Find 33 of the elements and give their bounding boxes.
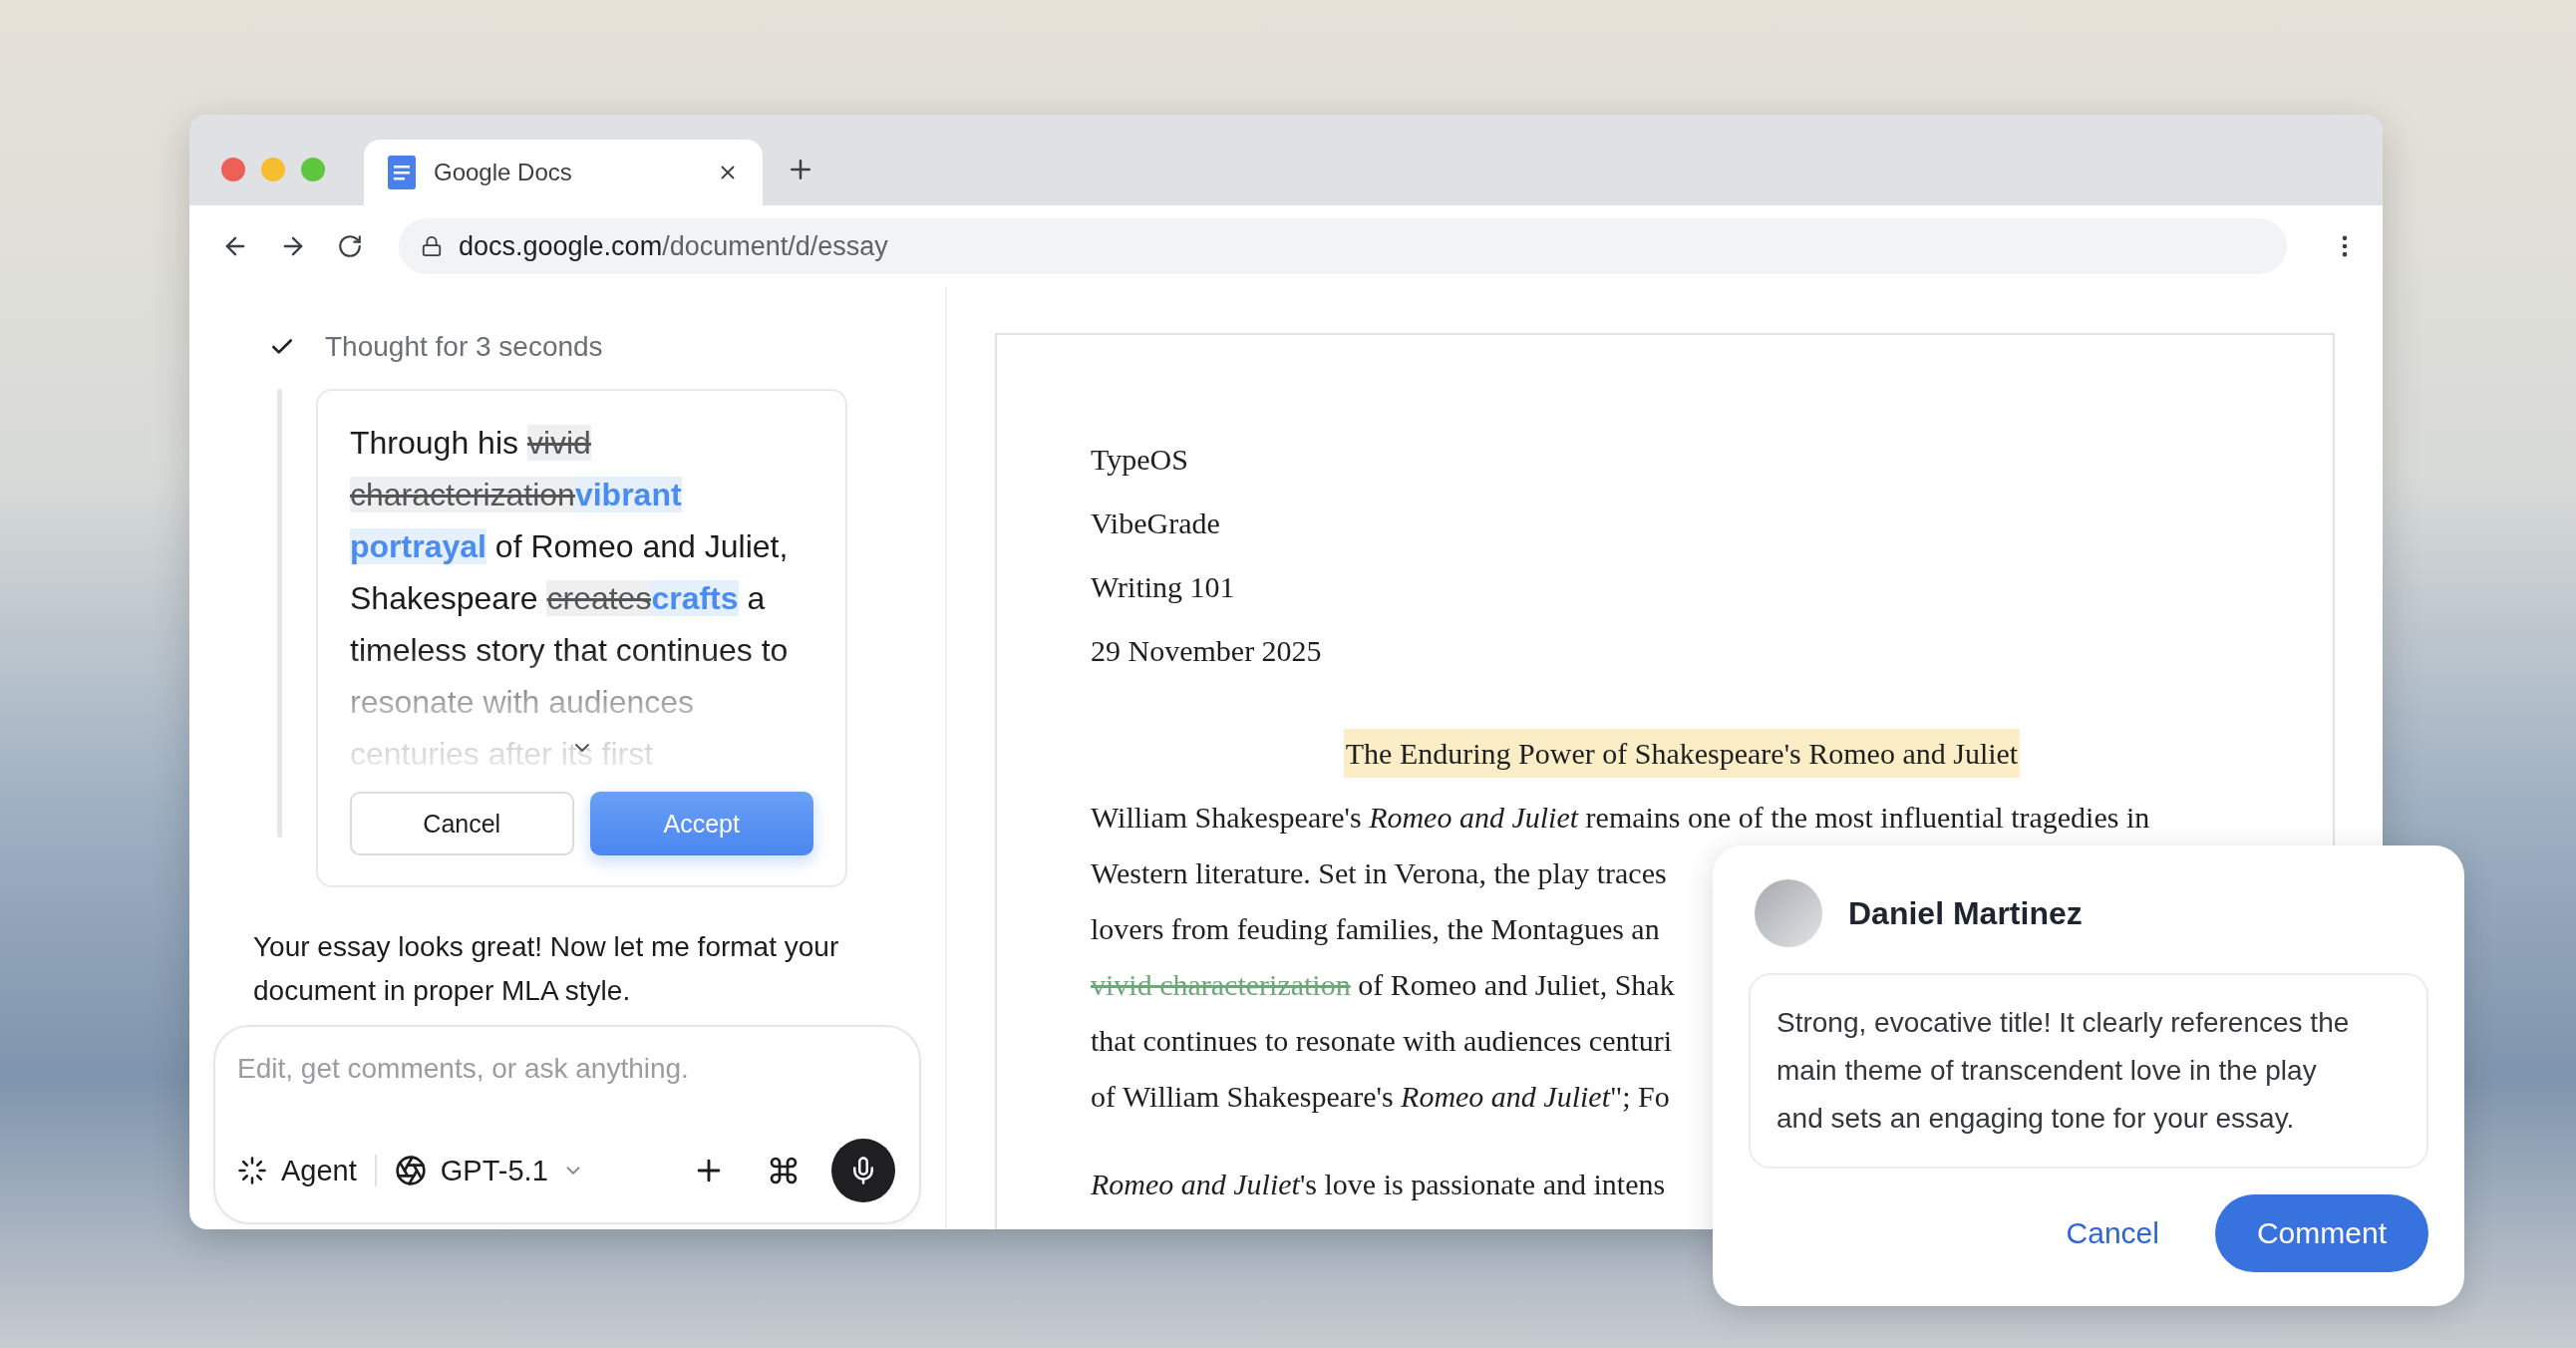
address-bar[interactable]: docs.google.com/document/d/essay xyxy=(399,218,2287,274)
model-selector[interactable]: GPT-5.1 xyxy=(394,1154,584,1187)
close-window-icon[interactable] xyxy=(221,158,245,181)
body-text-line: of William Shakespeare's Romeo and Juliet"; Fo xyxy=(1091,1079,1670,1115)
agent-mode-button[interactable]: Agent xyxy=(237,1154,357,1187)
header-line: VibeGrade xyxy=(1091,506,1221,541)
lock-icon xyxy=(421,235,443,257)
tab-title: Google Docs xyxy=(434,159,573,186)
thought-status[interactable]: Thought for 3 seconds xyxy=(325,331,603,363)
body-text-line: that continues to resonate with audiences centuri xyxy=(1091,1023,1673,1059)
document-icon xyxy=(388,156,416,189)
comment-field[interactable]: Strong, evocative title! It clearly references the main theme of transcendent love in the play and sets an engaging tone for your essay. xyxy=(1749,973,2428,1169)
author-name: Daniel Martinez xyxy=(1848,894,2083,932)
cancel-button[interactable]: Cancel xyxy=(2066,1216,2159,1250)
body-text-line: vivid characterization of Romeo and Juliet, Shak xyxy=(1091,967,1675,1003)
body-text-line: Romeo and Juliet's love is passionate and intens xyxy=(1091,1167,1666,1202)
body-text-line: William Shakespeare's Romeo and Juliet remains one of the most influential tragedies in xyxy=(1091,800,2150,836)
body-text-line: Western literature. Set in Verona, the play traces xyxy=(1091,855,1667,891)
header-line: TypeOS xyxy=(1091,442,1189,478)
assistant-message: Your essay looks great! Now let me format your document in proper MLA style. xyxy=(253,930,840,1008)
url-text: docs.google.com/document/d/essay xyxy=(459,230,888,262)
essay-title: The Enduring Power of Shakespeare's Romeo and Juliet xyxy=(1343,729,2021,778)
header-line: 29 November 2025 xyxy=(1091,633,1323,669)
aperture-icon xyxy=(394,1155,427,1186)
sparkle-icon xyxy=(237,1156,267,1185)
message-input[interactable]: Edit, get comments, or ask anything. xyxy=(237,1049,895,1089)
cancel-button[interactable]: Cancel xyxy=(350,792,574,855)
body-text-line: lovers from feuding families, the Montagues an xyxy=(1091,911,1660,947)
comment-button[interactable]: Comment xyxy=(2214,1194,2428,1272)
command-icon[interactable] xyxy=(768,1155,800,1186)
header-line: Writing 101 xyxy=(1091,569,1236,605)
reload-icon[interactable] xyxy=(337,233,363,259)
browser-tab[interactable]: Google Docs xyxy=(364,140,763,205)
